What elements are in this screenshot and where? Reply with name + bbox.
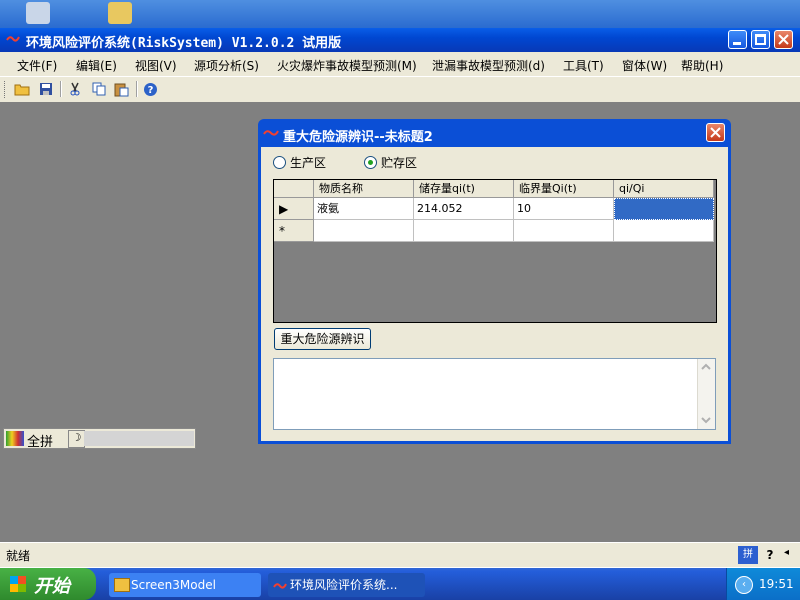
desktop-strip [0,0,800,28]
help-query-icon[interactable]: ? [761,546,779,564]
ime-tray-icon[interactable]: 拼 [738,546,758,564]
scroll-up-icon[interactable] [701,362,711,372]
status-text: 就绪 [6,549,31,563]
toolbar: ? [0,76,800,102]
ime-candidate-area [84,431,194,446]
menu-tools[interactable]: 工具(T) [563,57,604,74]
dialog-title: 重大危险源辨识--未标题2 [283,130,433,145]
ime-logo-icon[interactable] [6,431,24,446]
hazard-identification-dialog: 重大危险源辨识--未标题2 生产区 贮存区 物质名称 储存量qi(t) 临界量Q… [258,119,731,444]
menu-view[interactable]: 视图(V) [135,57,177,74]
table-cell[interactable]: 214.052 [414,198,514,220]
task-label: Screen3Model [131,578,216,592]
taskbar-task-risksystem[interactable]: 环境风险评价系统... [268,573,425,597]
column-header-threshold[interactable]: 临界量Qi(t) [514,180,614,198]
menu-leakage[interactable]: 泄漏事故模型预测(d) [432,57,545,74]
table-cell[interactable] [614,220,714,242]
app-logo-icon [263,130,279,136]
paste-icon[interactable] [113,81,130,97]
toolbar-separator [136,81,138,97]
status-bar: 就绪 拼 ? ◂ [0,542,800,567]
taskbar-task-screen3model[interactable]: Screen3Model [109,573,261,597]
menu-bar: 文件(F) 编辑(E) 视图(V) 源项分析(S) 火灾爆炸事故模型预测(M) … [0,52,800,76]
dialog-close-button[interactable] [706,123,725,142]
table-cell[interactable] [514,220,614,242]
radio-production-area[interactable] [273,156,286,169]
menu-edit[interactable]: 编辑(E) [76,57,117,74]
table-cell[interactable] [414,220,514,242]
task-label: 环境风险评价系统... [290,578,398,592]
half-width-moon-icon[interactable]: ☽ [68,430,85,448]
table-cell[interactable]: 液氨 [314,198,414,220]
minimize-button[interactable] [728,30,747,49]
identify-hazard-button[interactable]: 重大危险源辨识 [274,328,371,350]
start-label: 开始 [34,576,70,597]
menu-source-analysis[interactable]: 源项分析(S) [194,57,259,74]
open-folder-icon[interactable] [13,81,30,97]
close-icon [778,34,789,45]
radio-production-area-label[interactable]: 生产区 [290,154,326,171]
menu-fire-explosion[interactable]: 火灾爆炸事故模型预测(M) [277,57,417,74]
column-header-storage[interactable]: 储存量qi(t) [414,180,514,198]
radio-storage-area-label[interactable]: 贮存区 [381,154,417,171]
dialog-title-bar[interactable]: 重大危险源辨识--未标题2 [258,119,731,147]
table-cell[interactable]: 10 [514,198,614,220]
substance-data-grid[interactable]: 物质名称 储存量qi(t) 临界量Qi(t) qi/Qi ▶ 液氨 214.05… [273,179,717,323]
folder-icon[interactable] [108,2,132,24]
close-button[interactable] [774,30,793,49]
windows-logo-icon [10,576,26,592]
folder-icon [114,578,130,592]
dialog-body: 生产区 贮存区 物质名称 储存量qi(t) 临界量Qi(t) qi/Qi ▶ 液… [261,147,728,441]
tray-show-hidden-icon[interactable]: ‹ [735,576,753,594]
menu-file[interactable]: 文件(F) [17,57,57,74]
save-icon[interactable] [37,81,54,97]
tray-expand-icon[interactable]: ◂ [784,547,796,563]
help-icon[interactable]: ? [142,81,159,97]
maximize-icon [755,34,766,45]
system-tray: ‹ 19:51 [726,568,800,600]
main-title-bar[interactable]: 环境风险评价系统(RiskSystem) V1.2.0.2 试用版 [0,28,800,52]
column-header-substance[interactable]: 物质名称 [314,180,414,198]
toolbar-grip[interactable] [4,81,8,98]
svg-text:?: ? [148,85,154,96]
grid-corner-header [274,180,314,198]
result-scrollbar[interactable] [697,359,715,429]
app-logo-icon [273,583,287,589]
row-selector-current[interactable]: ▶ [274,198,314,220]
menu-help[interactable]: 帮助(H) [681,57,723,74]
ime-mode[interactable]: 全拼 [27,431,53,450]
clock[interactable]: 19:51 [759,577,794,591]
column-header-ratio[interactable]: qi/Qi [614,180,714,198]
toolbar-separator [60,81,62,97]
selected-cell[interactable] [614,198,714,220]
window-title: 环境风险评价系统(RiskSystem) V1.2.0.2 试用版 [26,36,342,51]
my-computer-icon[interactable] [26,2,50,24]
cut-icon[interactable] [66,81,83,97]
maximize-button[interactable] [751,30,770,49]
radio-storage-area[interactable] [364,156,377,169]
ime-status-bar[interactable]: 全拼 ☽ [3,428,196,450]
menu-window[interactable]: 窗体(W) [622,57,667,74]
minimize-icon [733,42,741,45]
row-selector-new[interactable]: * [274,220,314,242]
scroll-down-icon[interactable] [701,415,711,425]
close-icon [710,127,721,138]
result-textbox[interactable] [273,358,716,430]
start-button[interactable]: 开始 [0,568,96,600]
copy-icon[interactable] [90,81,107,97]
app-logo-icon [6,36,20,42]
table-cell[interactable] [314,220,414,242]
